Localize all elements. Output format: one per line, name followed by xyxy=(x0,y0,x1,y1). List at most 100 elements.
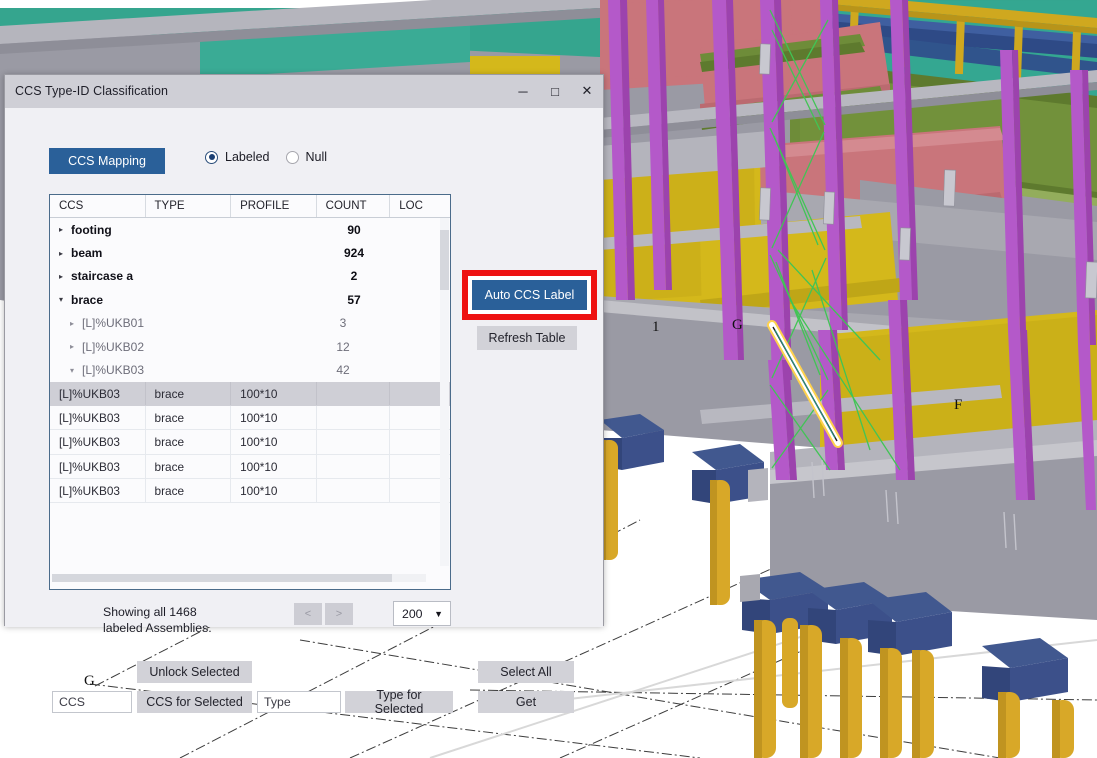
table-header-row: CCS TYPE PROFILE COUNT LOC xyxy=(50,195,450,218)
minimize-icon[interactable]: ─ xyxy=(507,75,539,107)
table-horizontal-scroll-thumb[interactable] xyxy=(52,574,392,582)
tree-row[interactable]: ▾[L]%UKB03 42 xyxy=(50,358,450,381)
table-cell-count xyxy=(317,406,391,429)
tree-row-label: staircase a xyxy=(71,269,133,283)
table-cell-count xyxy=(317,430,391,453)
table-cell-count xyxy=(317,382,391,405)
table-row[interactable]: [L]%UKB03brace100*10 xyxy=(50,382,450,406)
table-cell-profile: 100*10 xyxy=(231,455,317,478)
type-for-selected-button[interactable]: Type for Selected xyxy=(345,691,453,713)
grid-label-1: 1 xyxy=(652,319,660,336)
caret-right-icon[interactable]: ▸ xyxy=(59,272,71,281)
caret-right-icon[interactable]: ▸ xyxy=(70,342,82,351)
tree-row-label: [L]%UKB03 xyxy=(82,363,144,377)
ccs-input[interactable] xyxy=(52,691,132,713)
table-cell-profile: 100*10 xyxy=(231,479,317,502)
dialog-title: CCS Type-ID Classification xyxy=(15,84,168,98)
table-cell-type: brace xyxy=(146,455,232,478)
table-horizontal-scrollbar[interactable] xyxy=(52,574,426,582)
caret-right-icon[interactable]: ▸ xyxy=(59,225,71,234)
table-vertical-scroll-thumb[interactable] xyxy=(440,230,449,290)
tree-row[interactable]: ▸footing 90 xyxy=(50,218,450,241)
table-cell-count xyxy=(317,455,391,478)
close-icon[interactable]: ✕ xyxy=(571,75,603,107)
caret-right-icon[interactable]: ▸ xyxy=(70,319,82,328)
column-header-loc[interactable]: LOC xyxy=(390,195,450,217)
radio-option-null[interactable]: Null xyxy=(286,150,328,164)
caret-down-icon[interactable]: ▾ xyxy=(59,295,71,304)
table-tree-body[interactable]: ▸footing90▸beam924▸staircase a2▾brace57▸… xyxy=(50,218,450,382)
pager-next-button[interactable]: > xyxy=(325,603,353,625)
type-input[interactable] xyxy=(257,691,341,713)
tree-row[interactable]: ▸staircase a 2 xyxy=(50,265,450,288)
caret-down-icon[interactable]: ▾ xyxy=(70,366,82,375)
table-cell-count xyxy=(317,479,391,502)
dialog-body: CCS Mapping Labeled Null CCS TYPE PROFIL… xyxy=(5,108,603,627)
pager-prev-button[interactable]: < xyxy=(294,603,322,625)
table-data-body[interactable]: [L]%UKB03brace100*10[L]%UKB03brace100*10… xyxy=(50,382,450,503)
get-button[interactable]: Get xyxy=(478,691,574,713)
grid-label-g-upper: G xyxy=(732,317,743,334)
tree-row-count: 2 xyxy=(351,269,358,283)
page-size-select[interactable]: 200 ▼ xyxy=(393,601,451,626)
grid-label-f: F xyxy=(954,397,962,414)
table-cell-profile: 100*10 xyxy=(231,382,317,405)
table-cell-ccs: [L]%UKB03 xyxy=(50,382,146,405)
table-cell-type: brace xyxy=(146,406,232,429)
tree-row-label: beam xyxy=(71,246,102,260)
maximize-icon[interactable]: □ xyxy=(539,75,571,107)
table-cell-type: brace xyxy=(146,479,232,502)
tree-row-count: 924 xyxy=(344,246,364,260)
radio-labeled-icon[interactable] xyxy=(205,151,218,164)
table-cell-profile: 100*10 xyxy=(231,430,317,453)
table-cell-profile: 100*10 xyxy=(231,406,317,429)
table-cell-ccs: [L]%UKB03 xyxy=(50,479,146,502)
filter-radio-group: Labeled Null xyxy=(205,150,327,164)
table-row[interactable]: [L]%UKB03brace100*10 xyxy=(50,430,450,454)
tree-row-count: 3 xyxy=(340,316,347,330)
tree-row[interactable]: ▸[L]%UKB01 3 xyxy=(50,312,450,335)
column-header-profile[interactable]: PROFILE xyxy=(231,195,317,217)
auto-ccs-label-highlight-inner: Auto CCS Label xyxy=(468,276,591,314)
window-controls: ─ □ ✕ xyxy=(507,75,603,107)
tree-row[interactable]: ▾brace 57 xyxy=(50,288,450,311)
radio-option-labeled[interactable]: Labeled xyxy=(205,150,270,164)
column-header-count[interactable]: COUNT xyxy=(317,195,391,217)
app-root: 1 G F G CCS Type-ID Classification ─ □ ✕… xyxy=(0,0,1097,758)
tree-row-count: 90 xyxy=(347,223,360,237)
chevron-down-icon[interactable]: ▼ xyxy=(434,609,443,619)
tree-row-label: brace xyxy=(71,293,103,307)
column-header-ccs[interactable]: CCS xyxy=(50,195,146,217)
tree-row-label: [L]%UKB01 xyxy=(82,316,144,330)
tree-row[interactable]: ▸beam 924 xyxy=(50,241,450,264)
refresh-table-button[interactable]: Refresh Table xyxy=(477,326,577,350)
ccs-mapping-button[interactable]: CCS Mapping xyxy=(49,148,165,174)
table-cell-ccs: [L]%UKB03 xyxy=(50,430,146,453)
page-size-value: 200 xyxy=(402,607,423,621)
table-row[interactable]: [L]%UKB03brace100*10 xyxy=(50,479,450,503)
grid-label-g-lower: G xyxy=(84,673,95,690)
tree-row-count: 42 xyxy=(336,363,349,377)
tree-row-count: 12 xyxy=(336,340,349,354)
table-cell-type: brace xyxy=(146,430,232,453)
caret-right-icon[interactable]: ▸ xyxy=(59,249,71,258)
tree-row-count: 57 xyxy=(347,293,360,307)
ccs-for-selected-button[interactable]: CCS for Selected xyxy=(137,691,252,713)
table-cell-type: brace xyxy=(146,382,232,405)
classification-table[interactable]: CCS TYPE PROFILE COUNT LOC ▸footing90▸be… xyxy=(49,194,451,590)
tree-row[interactable]: ▸[L]%UKB02 12 xyxy=(50,335,450,358)
column-header-type[interactable]: TYPE xyxy=(146,195,232,217)
radio-null-text: Null xyxy=(306,150,328,164)
table-row[interactable]: [L]%UKB03brace100*10 xyxy=(50,455,450,479)
auto-ccs-label-highlight: Auto CCS Label xyxy=(462,270,597,320)
tree-row-label: footing xyxy=(71,223,112,237)
table-row[interactable]: [L]%UKB03brace100*10 xyxy=(50,406,450,430)
dialog-titlebar[interactable]: CCS Type-ID Classification ─ □ ✕ xyxy=(5,75,603,108)
radio-null-icon[interactable] xyxy=(286,151,299,164)
select-all-button[interactable]: Select All xyxy=(478,661,574,683)
unlock-selected-button[interactable]: Unlock Selected xyxy=(137,661,252,683)
table-vertical-scrollbar[interactable] xyxy=(440,218,449,566)
auto-ccs-label-button[interactable]: Auto CCS Label xyxy=(472,280,587,310)
tree-row-label: [L]%UKB02 xyxy=(82,340,144,354)
ccs-classification-dialog[interactable]: CCS Type-ID Classification ─ □ ✕ CCS Map… xyxy=(4,74,604,626)
